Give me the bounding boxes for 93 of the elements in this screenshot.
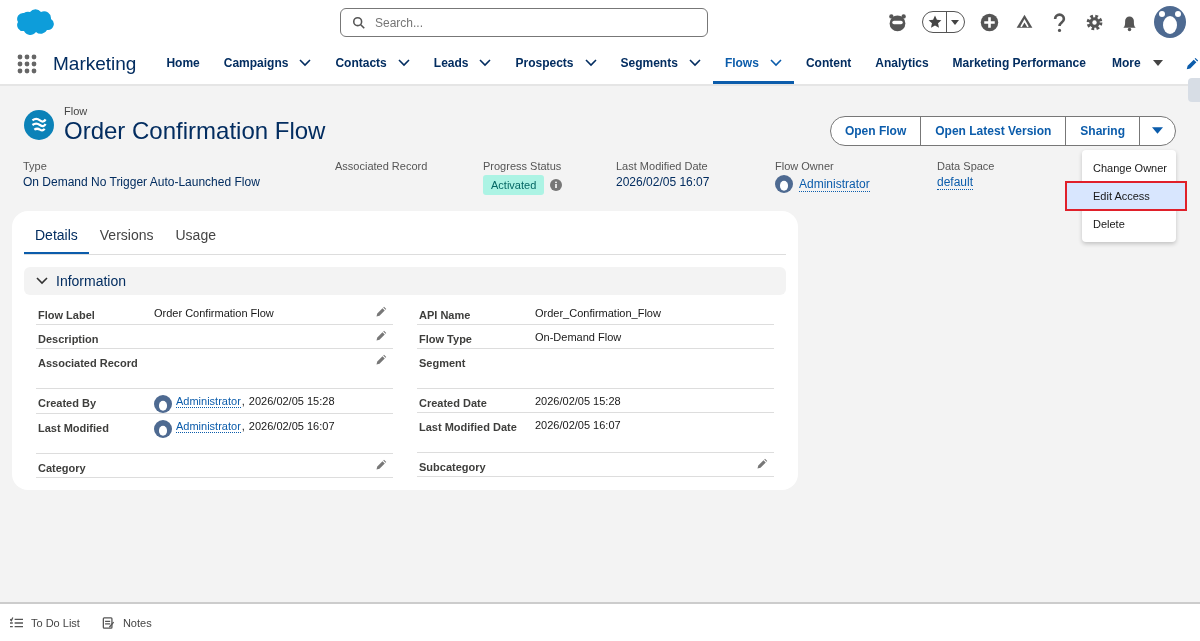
nav-tab[interactable]: Campaigns — [211, 44, 324, 84]
field-value: 2026/02/05 15:28 — [535, 395, 621, 407]
data-space-link[interactable]: default — [937, 175, 974, 190]
field-value: On Demand No Trigger Auto-Launched Flow — [23, 175, 261, 189]
action-button[interactable]: Open Latest Version — [920, 116, 1067, 146]
field-label: Data Space — [937, 160, 995, 172]
field-value: 2026/02/05 16:07 — [535, 419, 621, 431]
nav-tab[interactable]: Leads — [421, 44, 504, 84]
chevron-icon[interactable] — [769, 58, 782, 67]
utility-item[interactable]: To Do List — [10, 616, 80, 629]
nav-tab[interactable]: Prospects — [503, 44, 609, 84]
menu-button[interactable] — [1139, 116, 1176, 146]
field-label: API Name — [419, 308, 472, 323]
field-label: Flow Owner — [775, 160, 835, 172]
object-label: Flow — [64, 105, 89, 117]
caret-icon — [950, 17, 960, 27]
chevron-icon[interactable] — [299, 58, 312, 67]
panel-handle[interactable] — [1188, 78, 1200, 102]
chevron-icon[interactable] — [688, 58, 701, 67]
tab[interactable]: Details — [24, 223, 89, 254]
avatar-icon — [775, 175, 793, 193]
field-label: Category — [38, 461, 87, 476]
action-button[interactable]: Sharing — [1065, 116, 1140, 146]
avatar-icon — [154, 420, 172, 438]
pencil-icon[interactable] — [375, 330, 387, 342]
info-icon[interactable] — [550, 179, 563, 191]
caret-icon — [1152, 126, 1163, 135]
nav-tab[interactable]: Flows — [712, 44, 794, 84]
action-button[interactable]: Open Flow — [829, 116, 922, 146]
record-title: Order Confirmation Flow — [64, 117, 326, 145]
search-icon — [352, 16, 366, 30]
field-value: 2026/02/05 16:07 — [616, 175, 711, 189]
search-field[interactable]: Search... — [340, 8, 708, 37]
field-value: 2026/02/05 16:07 — [248, 420, 335, 432]
mascot-icon[interactable] — [887, 11, 908, 33]
field-label: Progress Status — [483, 160, 563, 172]
user-link[interactable]: Administrator — [176, 420, 241, 433]
separator: , — [241, 395, 245, 407]
field-label: Associated Record — [38, 356, 139, 371]
user-link[interactable]: Administrator — [176, 395, 241, 408]
field-label: Created Date — [419, 396, 488, 411]
app-name: Marketing — [53, 53, 137, 75]
field-label: Created By — [38, 396, 98, 411]
tab[interactable]: Versions — [88, 223, 165, 254]
avatar-icon[interactable] — [1154, 6, 1186, 38]
chevron-icon[interactable] — [584, 58, 597, 67]
menu-item[interactable]: Change Owner — [1082, 154, 1176, 182]
nav-tab[interactable]: Content — [793, 44, 864, 84]
cloud-logo[interactable] — [14, 8, 54, 36]
menu-item[interactable]: Delete — [1082, 210, 1176, 238]
field-label: Type — [23, 160, 48, 172]
field-value: On-Demand Flow — [535, 331, 622, 343]
utility-item[interactable]: Notes — [101, 616, 152, 629]
pencil-icon[interactable] — [375, 306, 387, 318]
status-badge: Activated — [483, 175, 545, 195]
field-label: Last Modified Date — [616, 160, 709, 172]
nav-tab[interactable]: Home — [154, 44, 212, 84]
field-label: Description — [38, 332, 100, 347]
section-header[interactable]: Information — [24, 267, 786, 295]
field-label: Flow Type — [419, 332, 473, 347]
chevron-icon[interactable] — [397, 58, 410, 67]
pencil-icon[interactable] — [1184, 57, 1199, 71]
app-launcher-icon[interactable] — [17, 54, 37, 74]
field-label: Subcategory — [419, 460, 487, 475]
chevron-icon — [36, 277, 48, 285]
nav-tab[interactable]: Marketing Performance — [940, 44, 1098, 84]
notebook-icon — [101, 616, 115, 629]
nav-tab[interactable]: Contacts — [323, 44, 422, 84]
field-label: Flow Label — [38, 308, 96, 323]
flow-icon — [24, 110, 54, 140]
field-value: Order_Confirmation_Flow — [535, 307, 661, 319]
user-link[interactable]: Administrator — [799, 176, 870, 192]
field-label: Segment — [419, 356, 467, 371]
field-label: Associated Record — [335, 160, 429, 172]
field-value: 2026/02/05 15:28 — [248, 395, 335, 407]
pencil-icon[interactable] — [756, 458, 768, 470]
avatar-icon — [154, 395, 172, 413]
field-label: Last Modified — [38, 421, 110, 436]
star-icon — [927, 14, 943, 30]
more-tab[interactable]: More — [1099, 44, 1175, 84]
menu-item[interactable]: Edit Access — [1066, 182, 1186, 210]
pencil-icon[interactable] — [375, 459, 387, 471]
nav-tab[interactable]: Segments — [608, 44, 713, 84]
field-label: Last Modified Date — [419, 420, 518, 435]
tab[interactable]: Usage — [164, 223, 227, 254]
pencil-icon[interactable] — [375, 354, 387, 366]
nav-tab[interactable]: Analytics — [863, 44, 941, 84]
chevron-icon[interactable] — [479, 58, 492, 67]
checklist-icon — [10, 616, 23, 629]
field-value: Order Confirmation Flow — [154, 307, 274, 319]
separator: , — [241, 420, 245, 432]
add-icon[interactable] — [979, 11, 1000, 33]
caret-icon[interactable] — [1152, 58, 1163, 67]
